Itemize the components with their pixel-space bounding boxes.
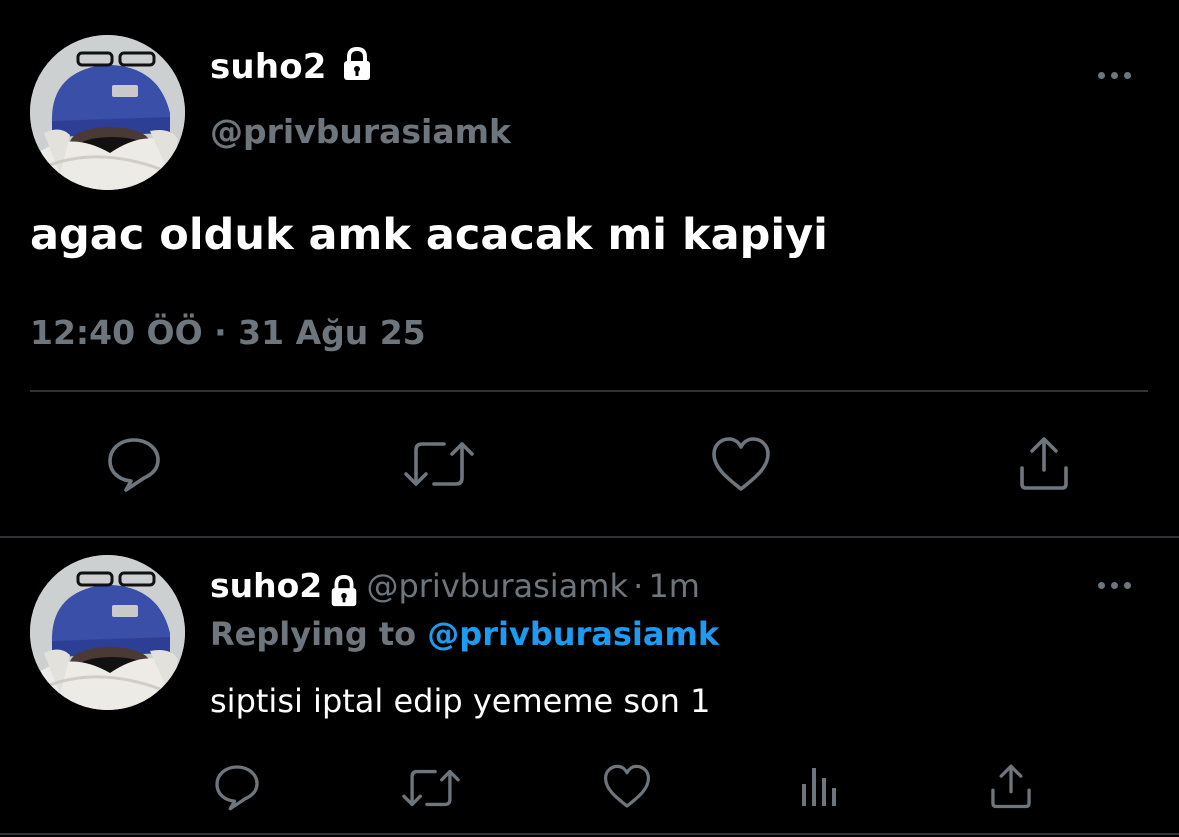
tweet-separator <box>0 536 1179 538</box>
reply-analytics-button[interactable] <box>798 764 842 808</box>
retweet-icon <box>402 769 460 807</box>
reply-header: suho2 @privburasiamk · 1m <box>210 566 700 612</box>
main-tweet-avatar[interactable] <box>30 35 185 190</box>
main-display-name[interactable]: suho2 <box>210 46 375 91</box>
reply-retweet-button[interactable] <box>402 765 460 811</box>
reply-share-button[interactable] <box>988 762 1034 810</box>
reply-more-options-icon[interactable] <box>1098 578 1138 592</box>
reply-like-button[interactable] <box>602 764 652 810</box>
reply-tweet-text: siptisi iptal edip yememe son 1 <box>210 682 711 720</box>
reply-time[interactable]: 1m <box>648 567 700 605</box>
comment-icon <box>108 438 160 492</box>
like-action-button[interactable] <box>710 436 772 494</box>
main-tweet-text: agac olduk amk acacak mi kapiyi <box>30 210 828 260</box>
heart-icon <box>712 437 770 491</box>
share-action-button[interactable] <box>1016 434 1072 492</box>
share-icon <box>991 764 1031 809</box>
main-tweet-timestamp[interactable]: 12:40 ÖÖ · 31 Ağu 25 <box>30 313 426 352</box>
more-options-icon[interactable] <box>1098 68 1138 82</box>
analytics-icon <box>802 768 836 806</box>
retweet-icon <box>404 442 474 486</box>
reply-separator: · <box>633 567 644 605</box>
retweet-action-button[interactable] <box>404 436 474 492</box>
replying-to-handle-link[interactable]: @privburasiamk <box>427 615 719 653</box>
heart-icon <box>604 764 650 808</box>
replying-to-prefix: Replying to <box>210 615 428 653</box>
share-icon <box>1020 437 1068 490</box>
reply-tweet-avatar[interactable] <box>30 555 185 710</box>
divider <box>30 390 1148 392</box>
main-display-name-text[interactable]: suho2 <box>210 47 327 87</box>
reply-handle[interactable]: @privburasiamk <box>366 567 628 605</box>
reply-comment-button[interactable] <box>212 762 262 812</box>
lock-icon <box>327 574 361 612</box>
reply-action-button[interactable] <box>104 434 164 494</box>
lock-icon <box>339 46 375 91</box>
replying-to-line: Replying to @privburasiamk <box>210 615 719 653</box>
bottom-divider <box>0 833 1179 835</box>
comment-icon <box>215 765 259 811</box>
main-handle[interactable]: @privburasiamk <box>210 112 511 151</box>
reply-display-name[interactable]: suho2 <box>210 566 322 605</box>
